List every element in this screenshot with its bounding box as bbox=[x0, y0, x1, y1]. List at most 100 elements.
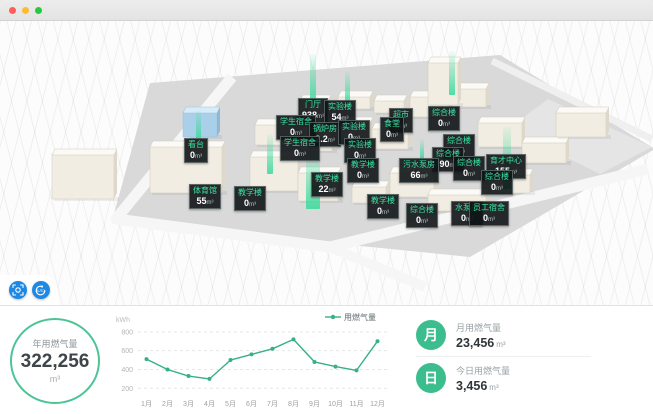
svg-text:10月: 10月 bbox=[328, 400, 343, 408]
building-name: 锅炉房 bbox=[313, 124, 337, 134]
bottom-dashboard-panel: 年用燃气量 322,256 m³ kWh2004006008001月2月3月4月… bbox=[0, 305, 653, 414]
crosshair-icon bbox=[12, 284, 24, 296]
svg-text:600: 600 bbox=[121, 348, 133, 355]
monthly-usage-unit: m³ bbox=[496, 340, 505, 349]
building-gas-unit: m³ bbox=[328, 138, 335, 144]
building-gas-unit: m³ bbox=[317, 114, 324, 120]
annual-gas-gauge: 年用燃气量 322,256 m³ bbox=[0, 306, 110, 414]
stats-divider bbox=[416, 356, 591, 357]
daily-usage-label: 今日用燃气量 bbox=[456, 364, 510, 377]
campus-3d-map[interactable]: 门厅938m³实验楼54m³学生宿舍0m³锅炉房2.2m³综合楼0m³超市0m³… bbox=[0, 21, 653, 305]
building-gas-value: 0m³ bbox=[284, 148, 316, 159]
svg-text:4月: 4月 bbox=[204, 400, 215, 408]
building-gas-value: 0m³ bbox=[410, 215, 434, 226]
building-name: 实验楼 bbox=[348, 140, 372, 150]
building-gas-unit: m³ bbox=[382, 210, 389, 216]
auto-rotate-label: AUTO bbox=[36, 288, 45, 292]
building-gas-value: 0m³ bbox=[432, 118, 456, 129]
building-gas-value: 0m³ bbox=[371, 206, 395, 217]
energy-beam bbox=[267, 134, 273, 174]
svg-text:6月: 6月 bbox=[246, 400, 257, 408]
auto-rotate-icon: AUTO bbox=[34, 284, 47, 297]
building-label: 综合楼0m³ bbox=[428, 106, 460, 131]
gauge-value: 322,256 bbox=[21, 351, 90, 373]
svg-text:9月: 9月 bbox=[309, 400, 320, 408]
building-label: 污水泵房66m³ bbox=[399, 158, 439, 183]
svg-text:7月: 7月 bbox=[267, 400, 278, 408]
map-controls-dock: AUTO bbox=[0, 275, 58, 305]
auto-rotate-button[interactable]: AUTO bbox=[32, 281, 50, 299]
usage-stats: 月 月用燃气量 23,456m³ 日 今日用燃气量 3,456m³ bbox=[400, 306, 653, 414]
minimize-window-button[interactable] bbox=[22, 7, 29, 14]
building-gas-unit: m³ bbox=[421, 219, 428, 225]
building-gas-value: 0m³ bbox=[351, 170, 375, 181]
building-name: 看台 bbox=[188, 140, 204, 150]
energy-beam bbox=[310, 54, 316, 102]
gauge-label: 年用燃气量 bbox=[32, 337, 77, 350]
building-name: 综合楼 bbox=[457, 158, 481, 168]
energy-beam bbox=[420, 139, 424, 159]
svg-text:200: 200 bbox=[121, 386, 133, 393]
building-gas-unit: m³ bbox=[207, 200, 214, 206]
svg-text:12月: 12月 bbox=[370, 400, 385, 408]
svg-text:3月: 3月 bbox=[183, 400, 194, 408]
daily-usage-row: 日 今日用燃气量 3,456m³ bbox=[416, 358, 653, 398]
building-gas-unit: m³ bbox=[443, 122, 450, 128]
gauge-unit: m³ bbox=[50, 374, 61, 384]
building-name: 实验楼 bbox=[328, 102, 352, 112]
building-gas-value: 22m³ bbox=[315, 184, 339, 195]
building-gas-unit: m³ bbox=[329, 188, 336, 194]
svg-text:800: 800 bbox=[121, 329, 133, 336]
building-gas-value: 0m³ bbox=[485, 182, 509, 193]
building-gas-value: 0m³ bbox=[473, 213, 505, 224]
building-gas-value: 55m³ bbox=[193, 196, 217, 207]
building-label: 看台0m³ bbox=[184, 138, 208, 163]
building-name: 教学楼 bbox=[351, 160, 375, 170]
building-label: 教学楼0m³ bbox=[367, 194, 399, 219]
monthly-usage-value: 23,456m³ bbox=[456, 336, 506, 350]
building-gas-unit: m³ bbox=[195, 154, 202, 160]
svg-text:5月: 5月 bbox=[225, 400, 236, 408]
monthly-usage-row: 月 月用燃气量 23,456m³ bbox=[416, 315, 653, 355]
building-gas-value: 0m³ bbox=[238, 198, 262, 209]
building-name: 污水泵房 bbox=[403, 160, 435, 170]
building-label: 学生宿舍0m³ bbox=[280, 136, 320, 161]
building-name: 实验楼 bbox=[342, 122, 366, 132]
building-gas-value: 0m³ bbox=[457, 168, 481, 179]
reset-view-button[interactable] bbox=[9, 281, 27, 299]
svg-text:1月: 1月 bbox=[141, 400, 152, 408]
building-gas-unit: m³ bbox=[488, 217, 495, 223]
building-gas-unit: m³ bbox=[421, 174, 428, 180]
svg-text:kWh: kWh bbox=[116, 317, 130, 324]
building-name: 教学楼 bbox=[371, 196, 395, 206]
building-label: 教学楼0m³ bbox=[347, 158, 379, 183]
daily-usage-unit: m³ bbox=[489, 383, 498, 392]
app-window: 门厅938m³实验楼54m³学生宿舍0m³锅炉房2.2m³综合楼0m³超市0m³… bbox=[0, 0, 653, 414]
building-gas-unit: m³ bbox=[362, 174, 369, 180]
building-label: 员工宿舍0m³ bbox=[469, 201, 509, 226]
day-icon: 日 bbox=[416, 363, 446, 393]
building-label: 教学楼22m³ bbox=[311, 172, 343, 197]
building-name: 综合楼 bbox=[447, 136, 471, 146]
campus-scene bbox=[0, 21, 653, 305]
building-name: 员工宿舍 bbox=[473, 203, 505, 213]
fullscreen-window-button[interactable] bbox=[35, 7, 42, 14]
energy-beam bbox=[196, 111, 201, 139]
titlebar bbox=[0, 0, 653, 21]
building-gas-unit: m³ bbox=[468, 172, 475, 178]
svg-text:11月: 11月 bbox=[349, 400, 363, 408]
energy-beam bbox=[345, 71, 350, 103]
svg-text:8月: 8月 bbox=[288, 400, 299, 408]
close-window-button[interactable] bbox=[9, 7, 16, 14]
svg-text:用燃气量: 用燃气量 bbox=[344, 312, 376, 322]
building-name: 育才中心 bbox=[490, 156, 522, 166]
building-name: 教学楼 bbox=[238, 188, 262, 198]
month-icon: 月 bbox=[416, 320, 446, 350]
building-name: 综合楼 bbox=[410, 205, 434, 215]
building-name: 综合楼 bbox=[432, 108, 456, 118]
building-name: 学生宿舍 bbox=[284, 138, 316, 148]
building-name: 教学楼 bbox=[315, 174, 339, 184]
building-label: 综合楼0m³ bbox=[481, 170, 513, 195]
building-gas-value: 0m³ bbox=[384, 129, 400, 140]
building-gas-value: 66m³ bbox=[403, 170, 435, 181]
